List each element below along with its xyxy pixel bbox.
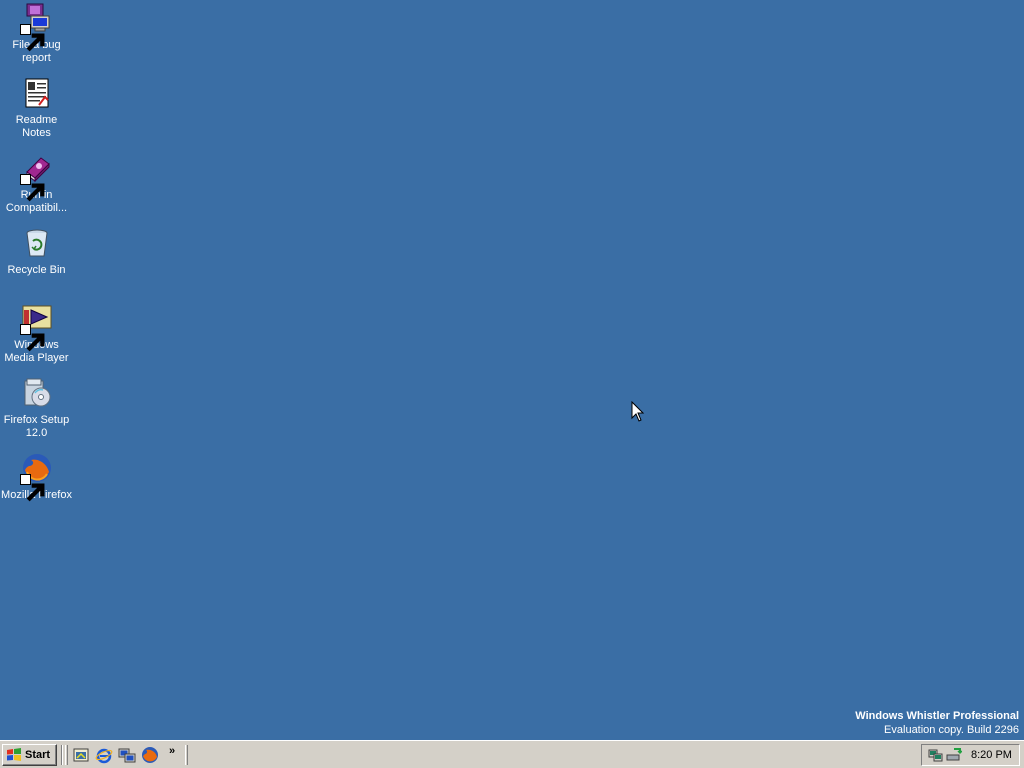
internet-explorer-icon — [95, 748, 113, 764]
compatibility-book-shortcut-icon — [19, 152, 53, 202]
desktop-icon-label: Readme Notes — [15, 114, 58, 139]
quick-launch-network-wizard[interactable] — [118, 746, 136, 764]
shortcut-arrow-icon — [19, 174, 44, 202]
desktop-icon-file-a-bug-report[interactable]: File a bug report — [0, 0, 73, 70]
bug-report-shortcut-icon — [19, 2, 53, 52]
safely-remove-hardware-icon — [946, 748, 962, 761]
windows-logo-icon — [7, 748, 21, 761]
desktop-icon-label: Firefox Setup 12.0 — [3, 414, 70, 439]
network-wizard-icon — [118, 748, 136, 763]
watermark-edition: Windows Whistler Professional — [855, 710, 1019, 722]
start-label: Start — [25, 749, 51, 761]
os-watermark: Windows Whistler Professional Evaluation… — [855, 709, 1019, 737]
system-tray: 8:20 PM — [921, 744, 1020, 766]
shortcut-arrow-icon — [19, 24, 44, 52]
quick-launch-overflow-button[interactable]: » — [169, 745, 175, 757]
quick-launch-firefox[interactable] — [141, 746, 159, 764]
network-connection-icon — [928, 749, 943, 762]
firefox-icon — [142, 747, 158, 763]
desktop-icon-run-in-compatibility[interactable]: Run in Compatibil... — [0, 150, 73, 220]
media-player-shortcut-icon — [19, 302, 53, 352]
firefox-shortcut-icon — [19, 452, 53, 502]
tray-network-connection[interactable] — [928, 747, 944, 763]
task-band-grip[interactable] — [185, 745, 188, 765]
show-desktop-icon — [73, 748, 89, 762]
taskbar-separator — [61, 745, 63, 765]
installer-icon — [21, 377, 53, 409]
start-button[interactable]: Start — [2, 744, 57, 766]
quick-launch-grip[interactable] — [65, 745, 68, 765]
watermark-build: Evaluation copy. Build 2296 — [884, 724, 1019, 736]
quick-launch-internet-explorer[interactable] — [95, 746, 113, 764]
shortcut-arrow-icon — [19, 474, 44, 502]
tray-safely-remove-hardware[interactable] — [946, 747, 962, 763]
desktop-icon-label: Recycle Bin — [7, 264, 66, 276]
desktop-icon-firefox-setup[interactable]: Firefox Setup 12.0 — [0, 375, 73, 445]
desktop-icon-mozilla-firefox[interactable]: Mozilla Firefox — [0, 450, 73, 520]
taskbar: Start » 8:20 PM — [0, 740, 1024, 768]
desktop-icon-windows-media-player[interactable]: Windows Media Player — [0, 300, 73, 370]
taskbar-clock[interactable]: 8:20 PM — [971, 749, 1012, 761]
desktop[interactable]: File a bug report Readme Notes Run in Co… — [0, 0, 1024, 740]
quick-launch-show-desktop[interactable] — [72, 746, 90, 764]
shortcut-arrow-icon — [19, 324, 44, 352]
desktop-icon-recycle-bin[interactable]: Recycle Bin — [0, 225, 73, 295]
desktop-icon-readme-notes[interactable]: Readme Notes — [0, 75, 73, 145]
recycle-bin-icon — [21, 227, 53, 259]
document-icon — [21, 77, 53, 109]
mouse-cursor-icon — [631, 401, 645, 422]
